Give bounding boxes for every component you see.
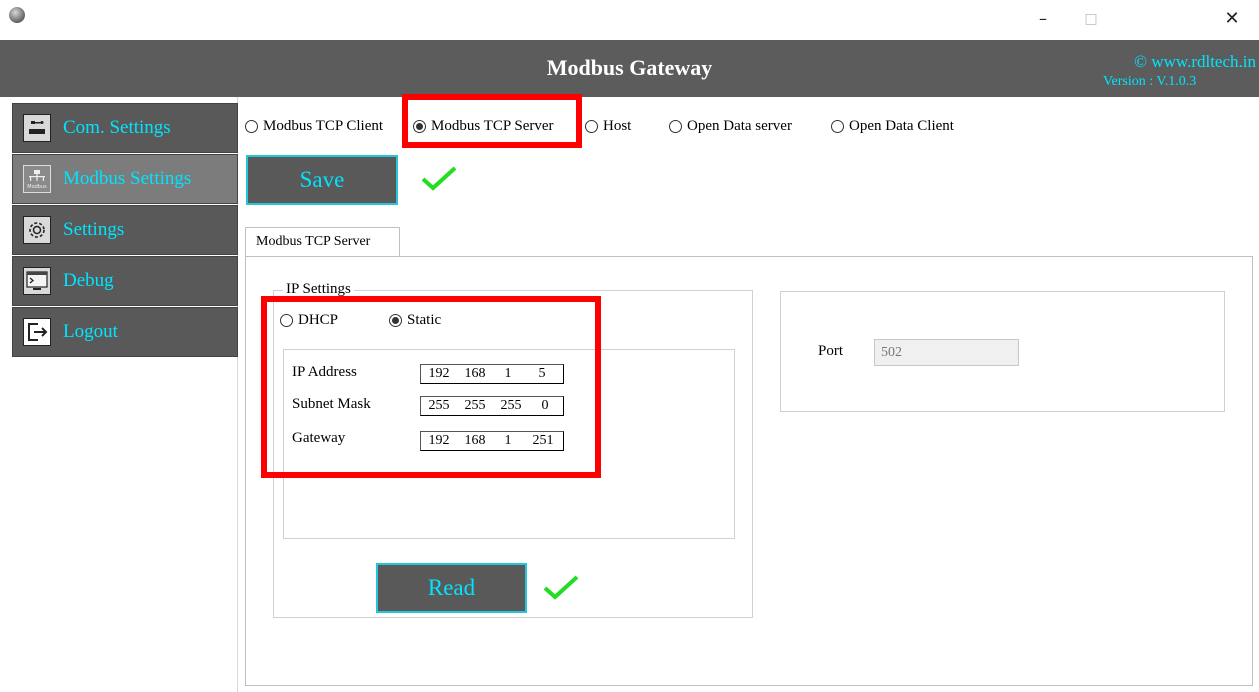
radio-dhcp[interactable]: DHCP xyxy=(280,312,338,329)
sidebar-item-debug[interactable]: Debug xyxy=(12,256,238,306)
port-input[interactable] xyxy=(874,339,1019,366)
radio-modbus-tcp-client[interactable]: Modbus TCP Client xyxy=(245,118,383,135)
radio-circle xyxy=(245,120,258,133)
minimize-button[interactable]: – xyxy=(1028,8,1058,30)
subnet-mask-label: Subnet Mask xyxy=(292,396,371,412)
terminal-icon xyxy=(23,267,51,295)
close-button[interactable]: ✕ xyxy=(1217,8,1247,30)
sidebar: Com. Settings Modbus Modbus Settings Set… xyxy=(0,97,238,692)
ip-octet: 192 xyxy=(428,366,450,381)
version-label: Version : V.1.0.3 xyxy=(1103,74,1197,89)
gateway-label: Gateway xyxy=(292,430,346,446)
sidebar-item-label: Settings xyxy=(63,219,125,240)
read-button[interactable]: Read xyxy=(376,563,527,613)
radio-host[interactable]: Host xyxy=(585,118,631,135)
radio-circle xyxy=(831,120,844,133)
ip-octet: 168 xyxy=(464,433,486,448)
ip-octet: 1 xyxy=(504,366,512,381)
radio-circle xyxy=(585,120,598,133)
radio-circle xyxy=(669,120,682,133)
window-title-bar: – □ ✕ xyxy=(0,0,1259,40)
sidebar-item-settings[interactable]: Settings xyxy=(12,205,238,255)
modbus-icon: Modbus xyxy=(23,165,51,193)
radio-label: Modbus TCP Server xyxy=(431,118,554,134)
modbus-icon-text: Modbus xyxy=(27,184,47,190)
copyright-link[interactable]: © www.rdltech.in xyxy=(1134,52,1256,72)
sidebar-item-label: Com. Settings xyxy=(63,117,171,138)
logout-icon xyxy=(23,318,51,346)
ip-octet: 255 xyxy=(500,398,522,413)
gateway-field[interactable]: 192 168 1 251 xyxy=(420,431,564,451)
sidebar-item-label: Modbus Settings xyxy=(63,168,192,189)
port-label: Port xyxy=(818,343,844,359)
ip-octet: 1 xyxy=(504,433,512,448)
radio-label: DHCP xyxy=(298,312,339,328)
subnet-mask-field[interactable]: 255 255 255 0 xyxy=(420,396,564,416)
tab-modbus-tcp-server[interactable]: Modbus TCP Server xyxy=(245,227,400,257)
app-icon xyxy=(9,7,25,23)
sidebar-item-label: Debug xyxy=(63,270,114,291)
ip-octet: 0 xyxy=(541,398,549,413)
checkmark-icon xyxy=(542,574,580,605)
com-port-icon xyxy=(23,114,51,142)
ip-address-label: IP Address xyxy=(292,364,357,380)
radio-label: Open Data server xyxy=(687,118,792,134)
radio-label: Static xyxy=(407,312,442,328)
ip-address-field[interactable]: 192 168 1 5 xyxy=(420,364,564,384)
radio-circle xyxy=(280,314,293,327)
ip-octet: 255 xyxy=(464,398,486,413)
radio-circle xyxy=(389,314,402,327)
radio-modbus-tcp-server[interactable]: Modbus TCP Server xyxy=(413,118,554,135)
ip-octet: 168 xyxy=(464,366,486,381)
ip-octet: 192 xyxy=(428,433,450,448)
ip-settings-legend: IP Settings xyxy=(283,281,354,298)
app-header: Modbus Gateway © www.rdltech.in Version … xyxy=(0,40,1259,97)
sidebar-item-com-settings[interactable]: Com. Settings xyxy=(12,103,238,153)
maximize-button[interactable]: □ xyxy=(1076,8,1106,30)
checkmark-icon xyxy=(420,165,458,196)
sidebar-item-modbus-settings[interactable]: Modbus Modbus Settings xyxy=(12,154,238,204)
sidebar-item-logout[interactable]: Logout xyxy=(12,307,238,357)
radio-open-data-client[interactable]: Open Data Client xyxy=(831,118,954,135)
radio-open-data-server[interactable]: Open Data server xyxy=(669,118,792,135)
radio-static[interactable]: Static xyxy=(389,312,441,329)
save-button[interactable]: Save xyxy=(246,155,398,205)
ip-octet: 255 xyxy=(428,398,450,413)
sidebar-item-label: Logout xyxy=(63,321,118,342)
app-title: Modbus Gateway xyxy=(546,55,713,80)
radio-label: Modbus TCP Client xyxy=(263,118,384,134)
ip-octet: 251 xyxy=(532,433,554,448)
gear-icon xyxy=(23,216,51,244)
radio-label: Open Data Client xyxy=(849,118,954,134)
ip-octet: 5 xyxy=(538,366,546,381)
radio-label: Host xyxy=(603,118,632,134)
radio-circle xyxy=(413,120,426,133)
